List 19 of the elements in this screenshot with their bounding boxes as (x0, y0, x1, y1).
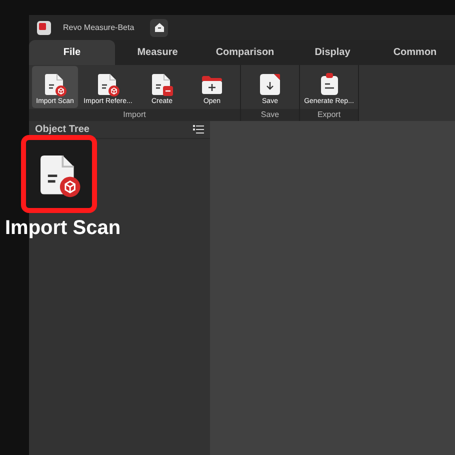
document-cube-icon (42, 71, 68, 97)
panel-title: Object Tree (35, 123, 90, 137)
ribbon-tab[interactable]: Comparison (200, 40, 290, 65)
download-document-icon (257, 71, 283, 97)
app-logo-icon (37, 20, 51, 34)
document-cube-icon (95, 71, 121, 97)
home-icon (154, 22, 165, 33)
group-label: Import (29, 109, 240, 121)
callout-label: Import Scan (5, 216, 121, 240)
group-label: Save (241, 109, 299, 121)
ribbon-tab[interactable]: Measure (115, 40, 200, 65)
ribbon-tab[interactable]: Display (290, 40, 375, 65)
ribbon-tab[interactable]: Common (375, 40, 455, 65)
home-button[interactable] (150, 18, 168, 36)
ribbon-tab[interactable]: File (29, 40, 115, 65)
list-icon[interactable] (193, 125, 204, 134)
group-label: Export (300, 109, 358, 121)
document-minus-icon (149, 71, 175, 97)
window-title: Revo Measure-Beta (63, 22, 134, 34)
